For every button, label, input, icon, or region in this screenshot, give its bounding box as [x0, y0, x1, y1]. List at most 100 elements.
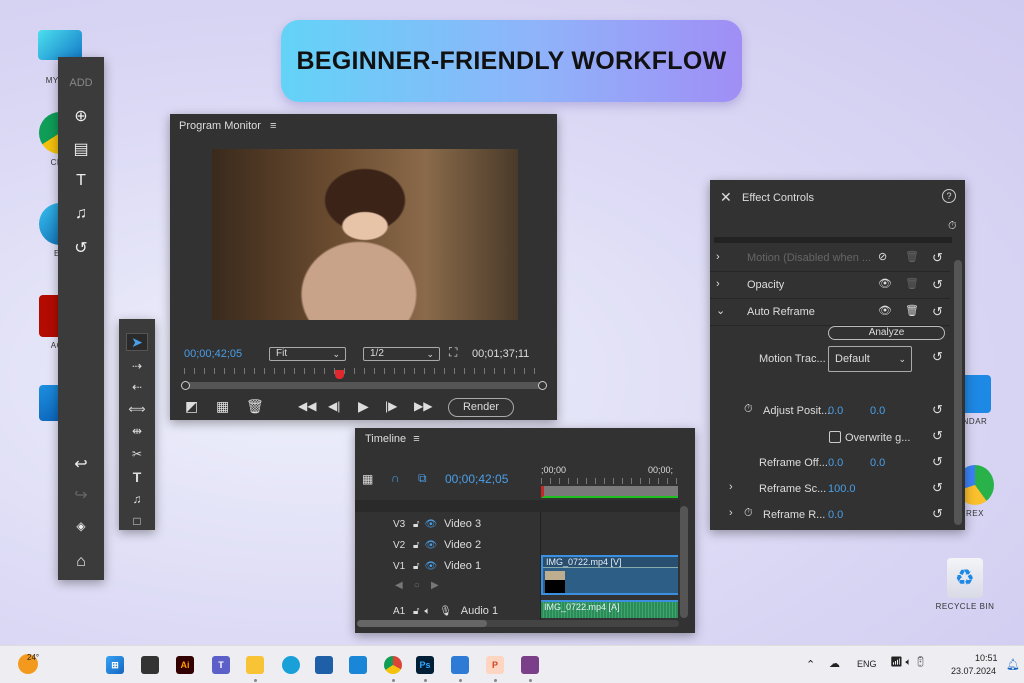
tray-overflow-icon[interactable]: ⌃ [806, 658, 815, 671]
onedrive-icon[interactable]: ☁ [829, 657, 840, 670]
resolution-dropdown[interactable]: 1/2 ⌄ [363, 347, 440, 361]
type-tool-icon[interactable]: T [119, 469, 155, 485]
start-icon[interactable]: ⊞ [106, 656, 124, 674]
stopwatch-icon[interactable]: ⏱ [744, 507, 753, 520]
razor-icon[interactable]: ✂ [119, 447, 155, 461]
mail-icon[interactable] [349, 656, 367, 674]
trash-icon[interactable]: 🗑︎ [905, 304, 919, 317]
notification-bell-icon[interactable]: 🔔︎ [1006, 658, 1020, 671]
go-to-in-icon[interactable]: ◀◀ [298, 399, 316, 413]
close-icon[interactable]: ✕ [720, 189, 732, 206]
selection-tool-icon[interactable]: ➤ [119, 333, 155, 351]
photoshop-icon[interactable]: Ps [416, 656, 434, 674]
desktop-icon-recycle-bin[interactable]: ♻ RECYCLE BIN [930, 558, 1000, 611]
reframe-offset-y[interactable]: 0.0 [870, 457, 885, 469]
motion-tracking-dropdown[interactable]: Default ⌄ [828, 346, 912, 372]
clock-date[interactable]: 23.07.2024 [951, 666, 996, 676]
lock-icon[interactable]: 🔓︎ [413, 561, 419, 572]
rectangle-tool-icon[interactable]: □ [119, 514, 155, 528]
clock-time[interactable]: 10:51 [975, 653, 998, 663]
video-clip[interactable]: IMG_0722.mp4 [V] [541, 555, 678, 595]
panel-menu-icon[interactable]: ≡ [270, 120, 276, 132]
expand-icon[interactable]: › [716, 251, 720, 263]
trash-icon[interactable]: 🗑︎ [905, 277, 919, 290]
panel-menu-icon[interactable]: ≡ [413, 433, 419, 445]
home-icon[interactable]: ⌂ [58, 553, 104, 571]
lock-icon[interactable]: 🔓︎ [413, 606, 419, 617]
eye-icon[interactable]: 👁︎ [425, 519, 438, 530]
step-forward-icon[interactable]: |▶ [385, 399, 397, 413]
eye-icon[interactable]: 👁︎ [425, 561, 438, 572]
reframe-rotation-value[interactable]: 0.0 [828, 509, 843, 521]
microphone-icon[interactable]: 🎙︎ [439, 606, 452, 617]
reset-icon[interactable]: ↺ [932, 454, 943, 470]
adjust-position-x[interactable]: 0.0 [828, 405, 843, 417]
keyframe-nav[interactable]: ◀ ○ ▶ [395, 580, 439, 591]
network-volume-battery[interactable]: 📶︎ 🔈︎ 🔋︎ [890, 657, 927, 668]
stopwatch-icon[interactable]: ⏱ [744, 403, 753, 416]
music-icon[interactable]: ♫ [58, 205, 104, 223]
winrar-icon[interactable] [521, 656, 539, 674]
nest-sequence-icon[interactable]: ▦ [362, 472, 373, 486]
safe-margins-icon[interactable]: ⛶ [449, 345, 457, 360]
ripple-edit-icon[interactable]: ⟺ [119, 402, 155, 416]
zoom-dropdown[interactable]: Fit ⌄ [269, 347, 346, 361]
export-frame-icon[interactable]: ◩ [185, 398, 198, 415]
reset-icon[interactable]: ↺ [932, 304, 943, 320]
reset-icon[interactable]: ↺ [932, 277, 943, 293]
analyze-button[interactable]: Analyze [828, 326, 945, 340]
timeline-timecode[interactable]: 00;00;42;05 [445, 472, 508, 486]
rolling-edit-icon[interactable]: ⇹ [119, 424, 155, 438]
lock-icon[interactable]: 🔓︎ [413, 519, 419, 530]
archive-icon[interactable]: ▤ [58, 139, 104, 159]
speaker-icon[interactable]: 🔈︎ [425, 606, 431, 617]
collapse-icon[interactable]: ⌄ [716, 304, 725, 317]
help-icon[interactable]: ? [942, 189, 956, 203]
work-area-bar[interactable] [541, 486, 678, 498]
audio-tool-icon[interactable]: ♫ [119, 492, 155, 506]
snap-icon[interactable]: ∩ [391, 471, 400, 485]
illustrator-icon[interactable]: Ai [176, 656, 194, 674]
effect-auto-reframe[interactable]: ⌄ Auto Reframe 👁︎ 🗑︎ ↺ [710, 299, 950, 326]
reset-icon[interactable]: ↺ [932, 402, 943, 418]
effect-motion[interactable]: › Motion (Disabled when ... ⊘ 🗑︎ ↺ [710, 245, 950, 272]
track-select-backward-icon[interactable]: ⇠ [119, 380, 155, 394]
expand-icon[interactable]: › [716, 278, 720, 290]
reframe-offset-x[interactable]: 0.0 [828, 457, 843, 469]
vertical-scrollbar[interactable] [680, 506, 688, 618]
trash-icon[interactable]: 🗑︎ [905, 250, 919, 263]
reset-icon[interactable]: ↺ [932, 349, 943, 365]
lock-icon[interactable]: 🔓︎ [413, 540, 419, 551]
step-back-icon[interactable]: ◀| [328, 399, 340, 413]
filmstrip-icon[interactable]: ▦ [216, 398, 229, 415]
file-explorer-icon[interactable] [246, 656, 264, 674]
current-time[interactable]: 00;00;42;05 [184, 348, 242, 360]
eye-icon[interactable]: 👁︎ [878, 277, 892, 290]
overwrite-checkbox[interactable] [829, 431, 841, 443]
reset-icon[interactable]: ↺ [932, 428, 943, 444]
undo-icon[interactable]: ↩ [58, 454, 104, 474]
powerpoint-icon[interactable]: P [486, 656, 504, 674]
eye-icon[interactable]: 👁︎ [878, 304, 892, 317]
task-view-icon[interactable] [141, 656, 159, 674]
expand-icon[interactable]: › [729, 481, 733, 493]
reframe-scale-value[interactable]: 100.0 [828, 483, 856, 495]
play-icon[interactable]: ▶ [358, 398, 369, 415]
effects-scrollbar[interactable] [954, 260, 962, 525]
linked-selection-icon[interactable]: ⧉ [418, 471, 427, 486]
edge-icon[interactable] [282, 656, 300, 674]
playhead[interactable] [334, 370, 344, 379]
reset-icon[interactable]: ↺ [932, 506, 943, 522]
reset-icon[interactable]: ↺ [932, 250, 943, 266]
track-select-forward-icon[interactable]: ⇢ [119, 359, 155, 373]
eye-icon[interactable]: 👁︎ [425, 540, 438, 551]
stopwatch-icon[interactable]: ⏱ [948, 220, 957, 233]
language-indicator[interactable]: ENG [857, 659, 877, 669]
adjust-position-y[interactable]: 0.0 [870, 405, 885, 417]
redo-icon[interactable]: ↪ [58, 485, 104, 505]
store-icon[interactable] [315, 656, 333, 674]
render-button[interactable]: Render [448, 398, 514, 417]
expand-icon[interactable]: › [729, 507, 733, 519]
scrub-bar[interactable] [181, 381, 547, 390]
trash-icon[interactable]: 🗑 [246, 398, 264, 415]
